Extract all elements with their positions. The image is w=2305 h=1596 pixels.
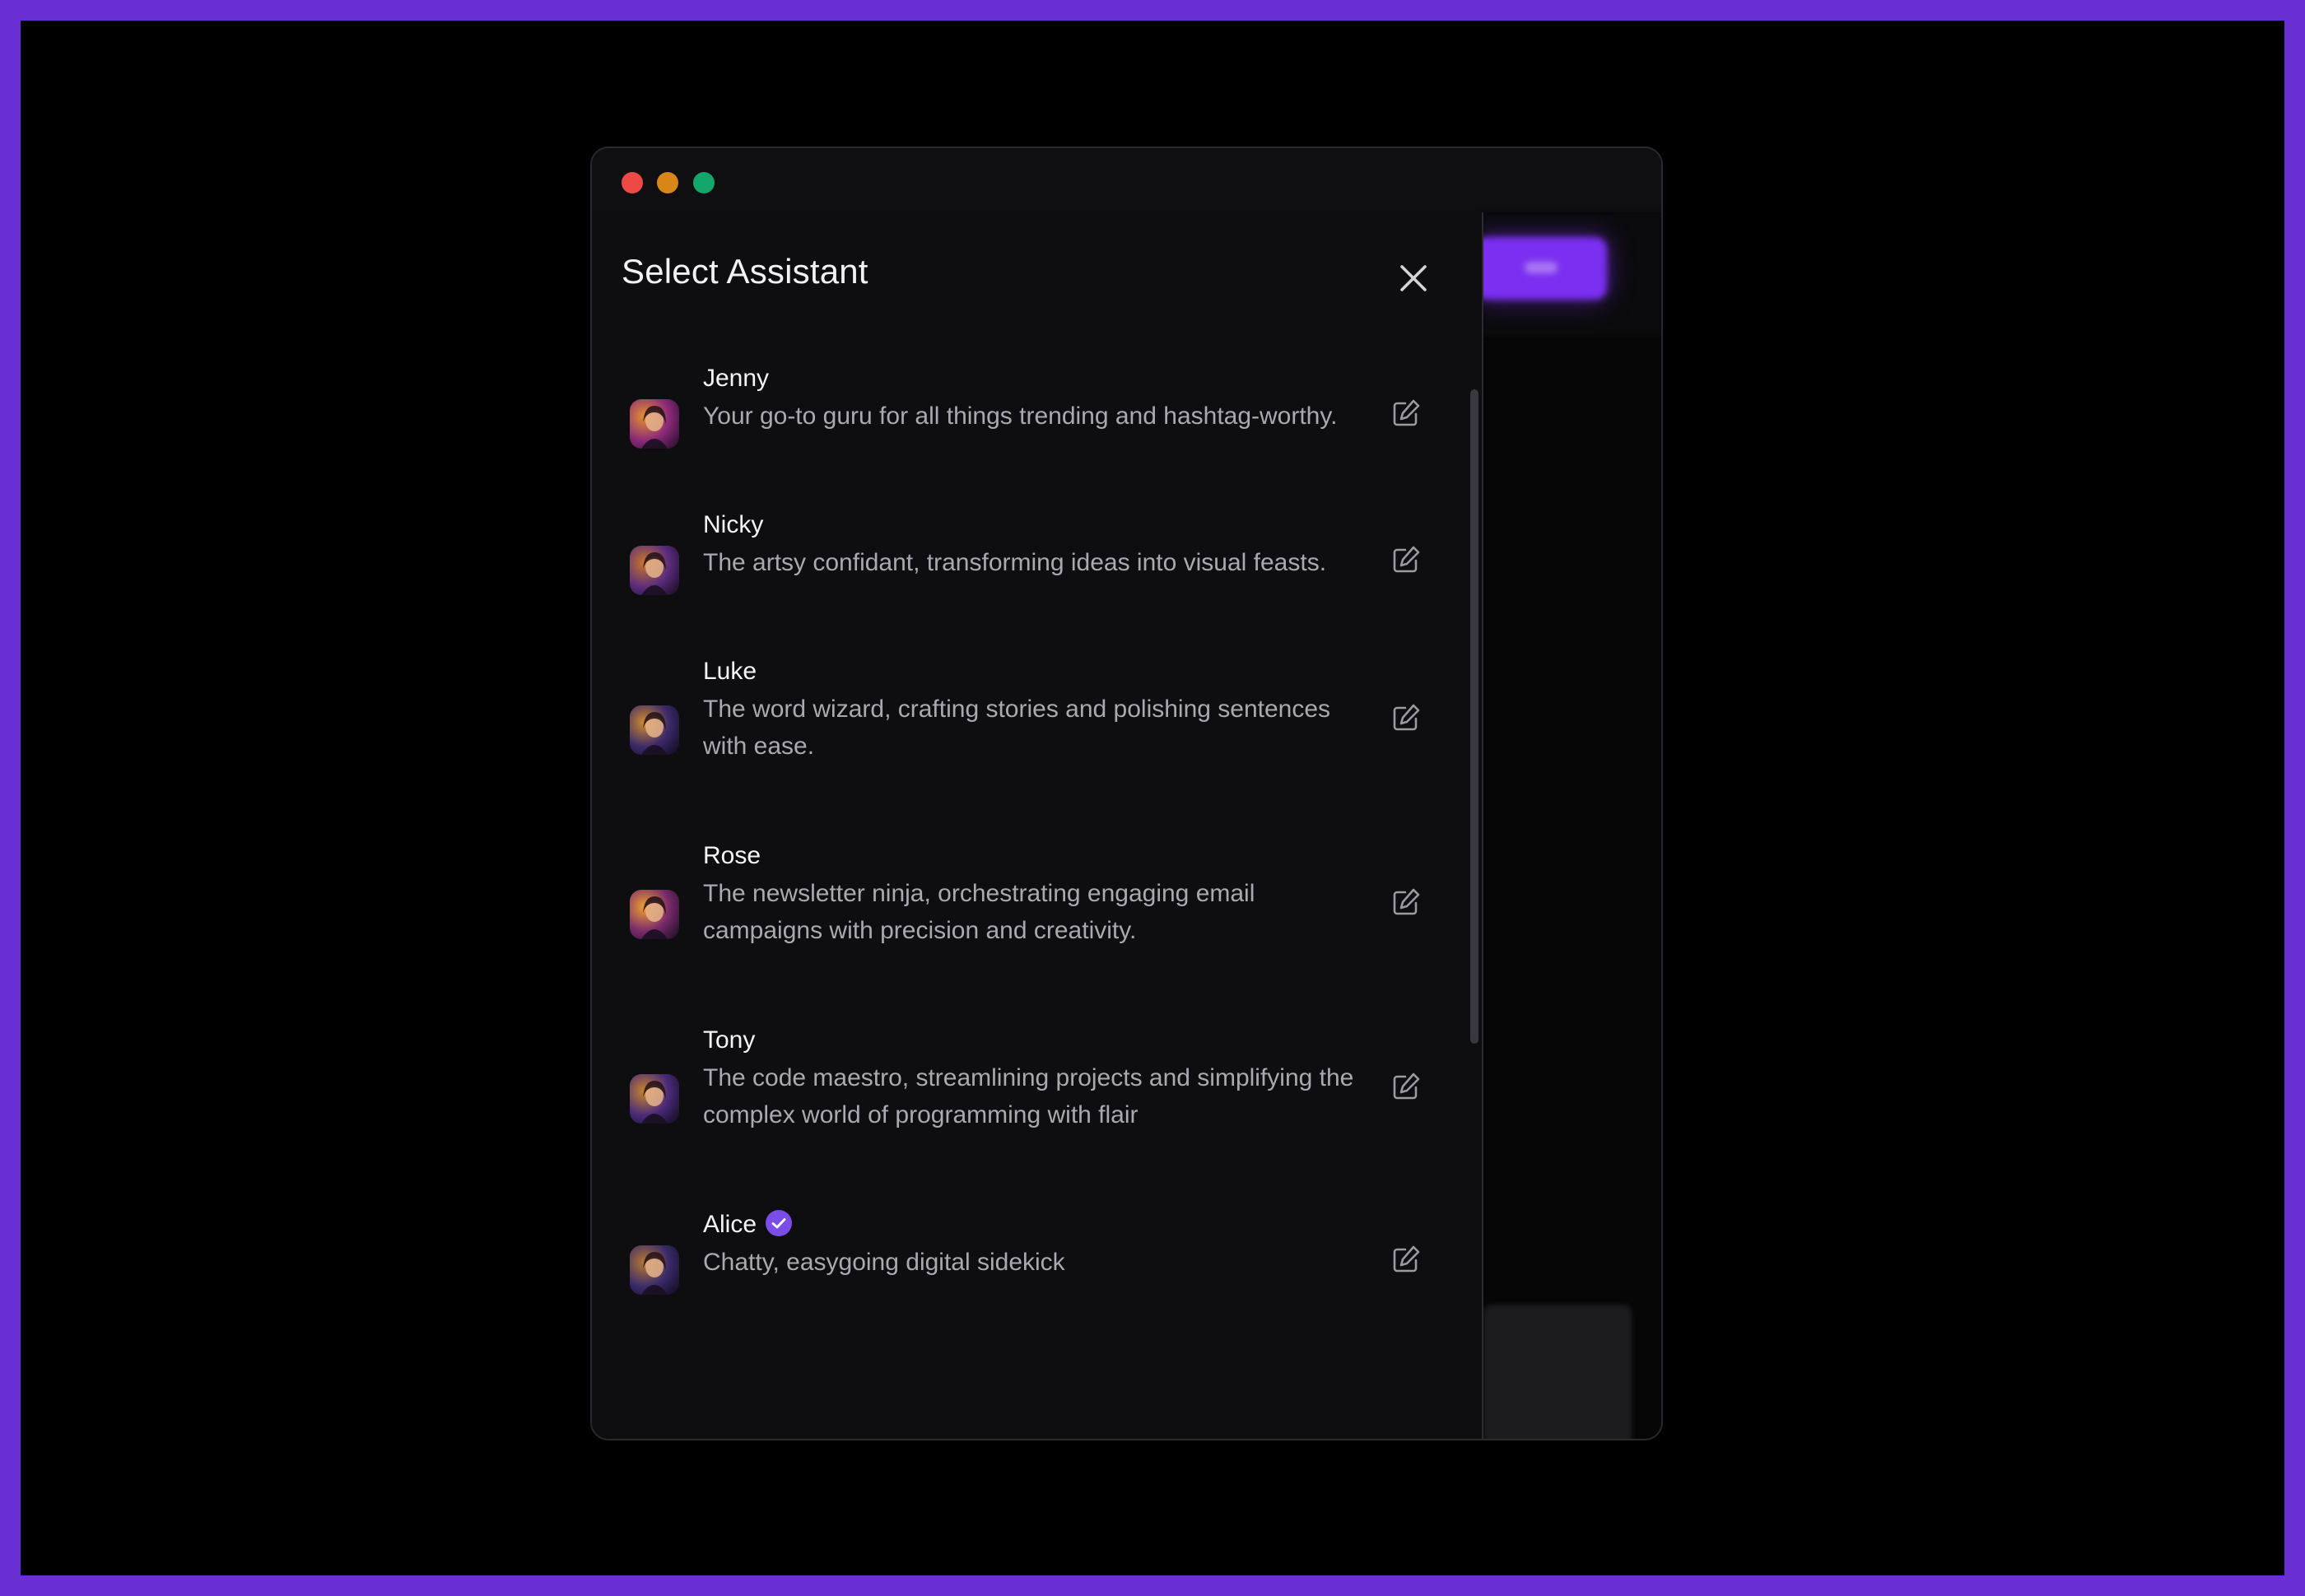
edit-icon[interactable]: [1389, 700, 1423, 735]
background-app-content: [1475, 212, 1661, 1439]
modal-title: Select Assistant: [622, 252, 868, 291]
assistant-name: Alice: [703, 1209, 793, 1239]
assistant-name-text: Rose: [703, 842, 761, 869]
edit-icon[interactable]: [1389, 396, 1423, 430]
assistant-name: Nicky: [703, 511, 763, 539]
assistant-name: Jenny: [703, 365, 769, 393]
select-assistant-modal: Select Assistant Jenny Your go-to guru fo…: [592, 212, 1483, 1439]
assistant-description: The word wizard, crafting stories and po…: [703, 696, 1331, 760]
assistant-description: The newsletter ninja, orchestrating enga…: [703, 880, 1255, 944]
edit-icon[interactable]: [1389, 1069, 1423, 1104]
close-button[interactable]: [1395, 260, 1432, 296]
assistant-description: The code maestro, streamlining projects …: [703, 1064, 1354, 1128]
background-primary-button: [1475, 237, 1607, 300]
assistant-name-text: Luke: [703, 658, 757, 685]
assistant-name: Tony: [703, 1026, 755, 1054]
window-titlebar: [592, 148, 1661, 212]
assistant-name: Rose: [703, 842, 761, 870]
assistant-name: Luke: [703, 658, 757, 686]
assistant-name-text: Jenny: [703, 365, 770, 392]
assistant-name-text: Nicky: [703, 511, 764, 538]
scrollbar-thumb[interactable]: [1470, 389, 1478, 1044]
assistant-description: Chatty, easygoing digital sidekick: [703, 1249, 1065, 1276]
avatar: [630, 890, 679, 939]
avatar: [630, 546, 679, 595]
avatar: [630, 399, 679, 449]
window-minimize-button[interactable]: [657, 172, 678, 193]
background-input-panel: [1483, 1305, 1632, 1439]
edit-icon[interactable]: [1389, 542, 1423, 577]
assistant-description: The artsy confidant, transforming ideas …: [703, 549, 1327, 576]
assistant-description: Your go-to guru for all things trending …: [703, 402, 1338, 430]
assistant-name-text: Tony: [703, 1026, 756, 1054]
window-close-button[interactable]: [622, 172, 643, 193]
close-icon: [1400, 265, 1427, 291]
edit-icon[interactable]: [1389, 885, 1423, 919]
app-window: Select Assistant Jenny Your go-to guru fo…: [590, 147, 1663, 1440]
window-maximize-button[interactable]: [693, 172, 715, 193]
assistant-name-text: Alice: [703, 1211, 757, 1238]
avatar: [630, 1074, 679, 1124]
avatar: [630, 1245, 679, 1295]
scrollbar[interactable]: [1470, 389, 1478, 1439]
avatar: [630, 705, 679, 755]
verified-badge-icon: [765, 1209, 793, 1237]
edit-icon[interactable]: [1389, 1242, 1423, 1277]
